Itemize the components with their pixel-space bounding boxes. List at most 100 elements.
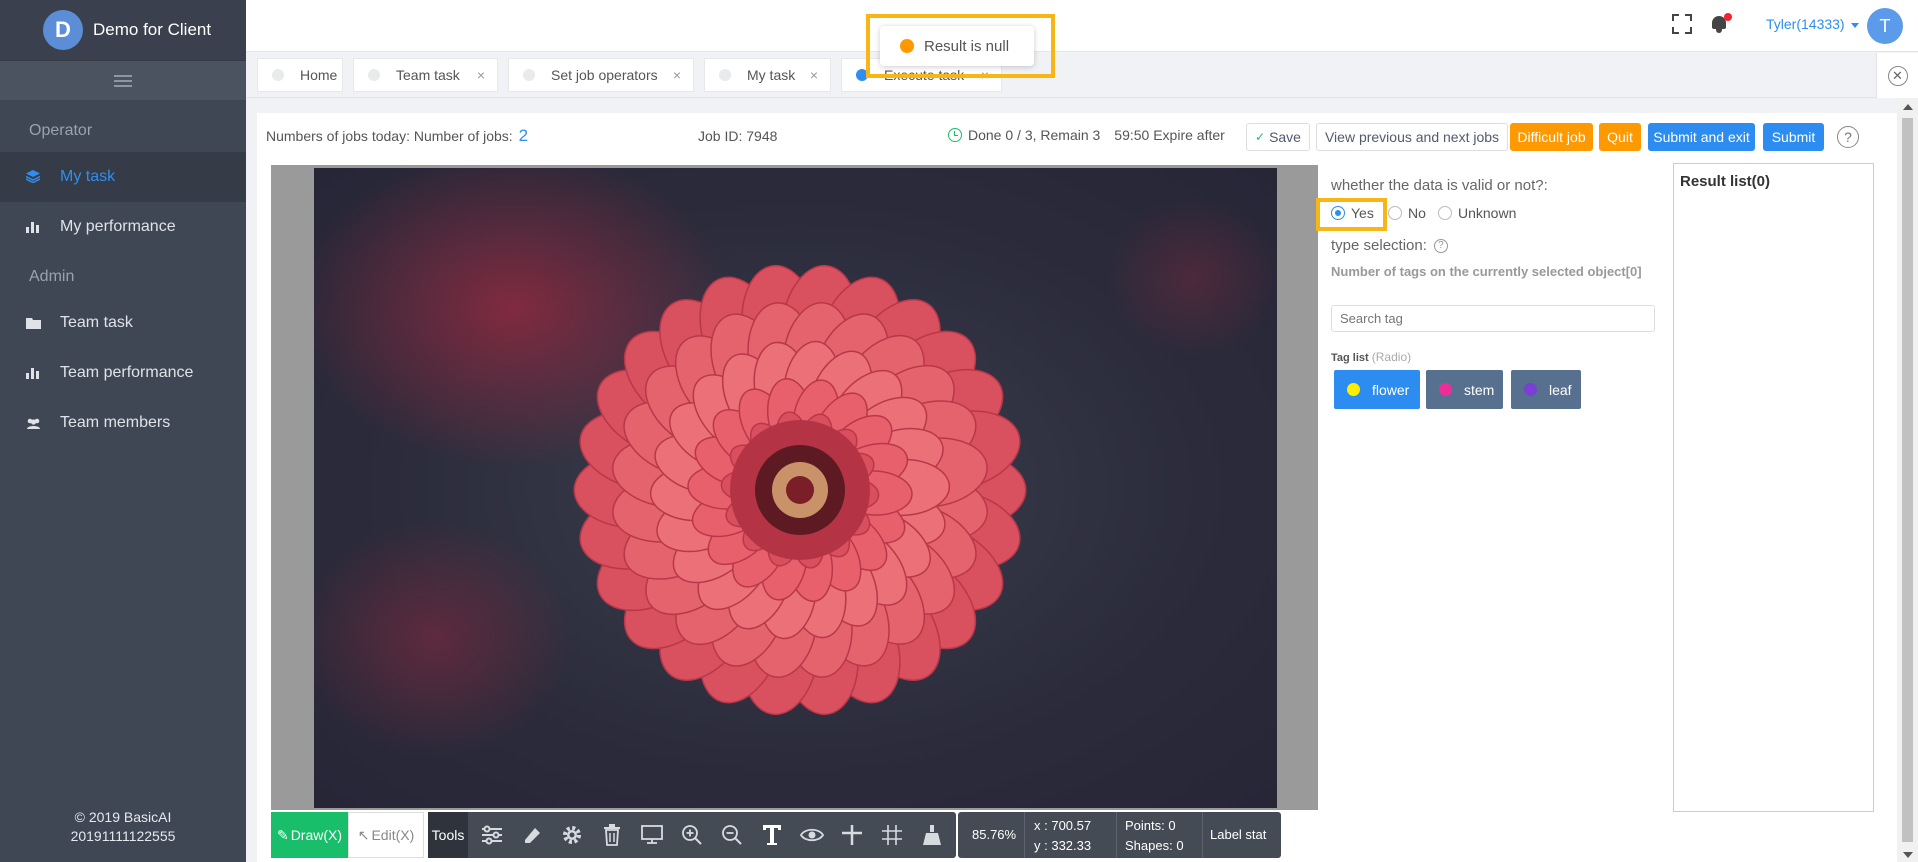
- submit-and-exit-button[interactable]: Submit and exit: [1648, 123, 1755, 151]
- sidebar-section-operator: Operator: [29, 122, 93, 139]
- view-prev-next-button[interactable]: View previous and next jobs: [1316, 123, 1508, 151]
- result-list: Result list(0): [1673, 163, 1874, 812]
- radio-no[interactable]: No: [1388, 205, 1426, 221]
- zoom-level: 85.76%: [972, 827, 1017, 842]
- eye-icon[interactable]: [792, 812, 832, 858]
- edit-label: Edit(X): [371, 827, 415, 843]
- app-name: Demo for Client: [93, 20, 212, 39]
- build-number: 20191111122555: [70, 828, 176, 844]
- app-logo: D: [43, 10, 83, 50]
- sidebar-item-team-performance[interactable]: Team performance: [0, 348, 246, 398]
- sidebar-header: D Demo for Client: [0, 0, 246, 60]
- caret-down-icon: [1850, 22, 1859, 28]
- eraser-icon[interactable]: [512, 812, 552, 858]
- scroll-up-icon[interactable]: [1903, 104, 1913, 110]
- tag-flower[interactable]: flower: [1334, 370, 1420, 409]
- bell-icon[interactable]: [1708, 12, 1732, 36]
- sidebar-item-label: My task: [60, 168, 116, 185]
- tag-label: flower: [1372, 381, 1410, 398]
- brush-clean-icon[interactable]: [912, 812, 952, 858]
- difficult-job-button[interactable]: Difficult job: [1510, 123, 1593, 151]
- shapes-count: Shapes: 0: [1125, 838, 1184, 853]
- username: Tyler(14333): [1766, 16, 1845, 32]
- user-menu[interactable]: Tyler(14333): [1766, 16, 1859, 32]
- tag-stem[interactable]: stem: [1426, 370, 1503, 409]
- scroll-down-icon[interactable]: [1903, 852, 1913, 858]
- tag-list-title: Tag list: [1331, 352, 1369, 364]
- result-list-title: Result list(0): [1680, 173, 1771, 190]
- close-icon[interactable]: ×: [673, 67, 681, 83]
- sliders-icon[interactable]: [472, 812, 512, 858]
- draw-mode-button[interactable]: ✎ Draw(X): [271, 812, 348, 858]
- page-scrollbar[interactable]: [1897, 98, 1918, 862]
- help-icon[interactable]: ?: [1837, 126, 1859, 148]
- top-bar: Tyler(14333) T: [246, 0, 1918, 52]
- pencil-icon: ✎: [276, 826, 289, 843]
- sidebar-item-team-members[interactable]: Team members: [0, 398, 246, 448]
- sidebar-item-my-performance[interactable]: My performance: [0, 202, 246, 252]
- validity-question: whether the data is valid or not?:: [1331, 177, 1548, 194]
- quit-button[interactable]: Quit: [1599, 123, 1641, 151]
- folder-icon: [26, 317, 41, 329]
- help-icon[interactable]: ?: [1433, 238, 1448, 253]
- sidebar-item-my-task[interactable]: My task: [0, 152, 246, 202]
- save-button[interactable]: ✓ Save: [1246, 123, 1310, 151]
- radio-label: No: [1408, 205, 1426, 221]
- annotation-canvas[interactable]: [271, 165, 1318, 810]
- jobs-today-label: Numbers of jobs today: Number of jobs:: [266, 128, 513, 144]
- shape-counts: Points: 0 Shapes: 0: [1125, 816, 1184, 856]
- close-icon[interactable]: ×: [477, 67, 485, 83]
- scroll-thumb[interactable]: [1902, 118, 1913, 842]
- tools-label: Tools: [428, 812, 468, 858]
- sidebar-section-admin: Admin: [29, 268, 75, 285]
- sidebar-collapse-toggle[interactable]: [0, 60, 246, 100]
- monitor-icon[interactable]: [632, 812, 672, 858]
- sidebar-item-label: Team task: [60, 314, 133, 331]
- fullscreen-icon[interactable]: [1672, 14, 1692, 34]
- crosshair-icon[interactable]: [832, 812, 872, 858]
- expire-timer: 59:50 Expire after: [1114, 127, 1225, 143]
- tab-status-dot: [719, 69, 731, 81]
- submit-button[interactable]: Submit: [1763, 123, 1824, 151]
- search-tag-input[interactable]: [1331, 305, 1655, 332]
- tag-label: leaf: [1549, 381, 1572, 398]
- tag-list-mode: (Radio): [1371, 350, 1412, 364]
- job-status: Done 0 / 3, Remain 3 59:50 Expire after: [948, 127, 1225, 143]
- tab-label: Team task: [396, 67, 460, 83]
- save-label: Save: [1269, 129, 1301, 145]
- edit-mode-button[interactable]: ↖ Edit(X): [348, 812, 424, 858]
- canvas-stats: 85.76% x : 700.57 y : 332.33 Points: 0 S…: [958, 812, 1281, 858]
- radio-button: [1438, 206, 1452, 220]
- bar-chart-icon: [26, 221, 41, 233]
- tab-team-task[interactable]: Team task ×: [353, 58, 498, 92]
- tab-home[interactable]: Home: [257, 58, 343, 92]
- tag-count-text: Number of tags on the currently selected…: [1331, 264, 1642, 279]
- zoom-in-icon[interactable]: [672, 812, 712, 858]
- job-id: Job ID: 7948: [698, 128, 778, 144]
- tab-set-job-operators[interactable]: Set job operators ×: [508, 58, 694, 92]
- tab-my-task[interactable]: My task ×: [704, 58, 831, 92]
- cursor-icon: ↖: [357, 826, 370, 843]
- tab-bar: Home Team task × Set job operators × My …: [246, 53, 1918, 98]
- cursor-y: y : 332.33: [1034, 838, 1092, 853]
- sidebar-footer: © 2019 BasicAI 20191111122555: [0, 808, 246, 846]
- sidebar-item-label: Team members: [60, 414, 171, 431]
- sidebar-item-team-task[interactable]: Team task: [0, 298, 246, 348]
- grid-icon[interactable]: [872, 812, 912, 858]
- highlight-frame: [866, 14, 1055, 78]
- text-icon[interactable]: [752, 812, 792, 858]
- type-selection-text: type selection:: [1331, 237, 1427, 254]
- zoom-out-icon[interactable]: [712, 812, 752, 858]
- gear-icon[interactable]: [552, 812, 592, 858]
- team-icon: [26, 417, 41, 429]
- tag-leaf[interactable]: leaf: [1511, 370, 1581, 409]
- trash-icon[interactable]: [592, 812, 632, 858]
- radio-unknown[interactable]: Unknown: [1438, 205, 1516, 221]
- close-all-tabs-button[interactable]: ✕: [1876, 53, 1918, 98]
- task-image[interactable]: [314, 168, 1277, 808]
- avatar[interactable]: T: [1867, 8, 1903, 44]
- close-circle-icon: ✕: [1887, 65, 1908, 86]
- label-stat-button[interactable]: Label stat: [1210, 827, 1266, 842]
- tab-label: Set job operators: [551, 67, 658, 83]
- close-icon[interactable]: ×: [810, 67, 818, 83]
